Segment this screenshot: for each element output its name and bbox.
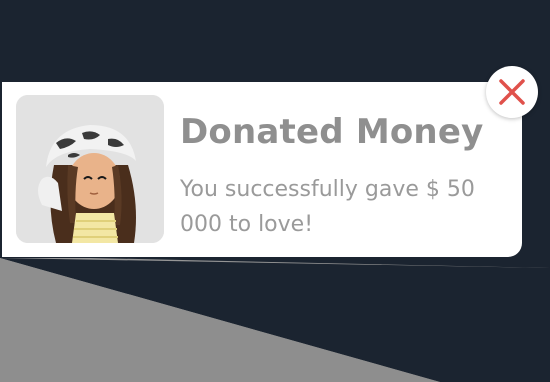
notification-title: Donated Money (180, 112, 484, 152)
game-viewport: Donated Money You successfully gave $ 50… (0, 0, 550, 382)
avatar-icon (16, 95, 164, 243)
donation-notification: Donated Money You successfully gave $ 50… (2, 82, 522, 257)
close-button[interactable] (486, 66, 538, 118)
avatar-thumbnail (16, 95, 164, 243)
notification-message: You successfully gave $ 50 000 to love! (180, 177, 475, 237)
close-icon (499, 79, 525, 105)
